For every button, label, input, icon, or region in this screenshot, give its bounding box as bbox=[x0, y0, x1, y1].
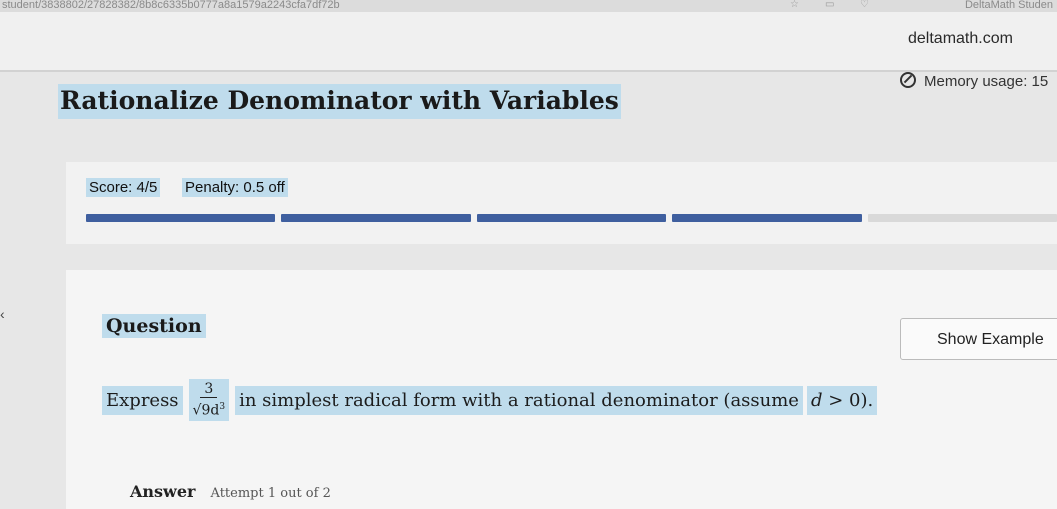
fraction-numerator: 3 bbox=[200, 381, 218, 398]
score-text: Score: 4/5 bbox=[86, 178, 161, 197]
progress-segment bbox=[476, 214, 667, 222]
fraction-denominator: √9d3 bbox=[192, 401, 226, 419]
fraction-denominator-base: 9d bbox=[201, 402, 220, 419]
show-example-button[interactable]: Show Example bbox=[900, 318, 1057, 360]
star-icon[interactable]: ☆ bbox=[790, 0, 799, 10]
memory-icon bbox=[900, 72, 916, 88]
fraction-denominator-exponent: 3 bbox=[219, 401, 226, 412]
answer-row: Answer Attempt 1 out of 2 bbox=[130, 482, 331, 501]
memory-usage: Memory usage: 15 bbox=[900, 72, 1048, 90]
answer-label: Answer bbox=[130, 482, 196, 501]
progress-segment bbox=[672, 214, 862, 222]
progress-segment bbox=[281, 214, 471, 222]
heart-icon[interactable]: ♡ bbox=[860, 0, 869, 10]
prompt-prefix: Express bbox=[102, 385, 183, 415]
penalty-text: Penalty: 0.5 off bbox=[182, 178, 288, 197]
question-prompt: Express 3 √9d3 in simplest radical form … bbox=[102, 370, 878, 430]
chevron-left-icon[interactable]: ‹ bbox=[0, 306, 5, 322]
domain-text: deltamath.com bbox=[908, 30, 1013, 47]
prompt-suffix: in simplest radical form with a rational… bbox=[235, 385, 803, 415]
prompt-condition: d > 0). bbox=[806, 385, 878, 415]
condition-variable: d bbox=[810, 389, 823, 411]
question-card: Question Show Example Express 3 √9d3 in … bbox=[66, 270, 1057, 509]
progress-segment bbox=[86, 214, 276, 222]
tab-url-text: student/3838802/27828382/8b8c6335b0777a8… bbox=[2, 0, 340, 11]
question-label: Question bbox=[102, 314, 206, 338]
address-bar: deltamath.com bbox=[0, 12, 1057, 72]
fraction: 3 √9d3 bbox=[188, 378, 230, 422]
browser-topbar: student/3838802/27828382/8b8c6335b0777a8… bbox=[0, 0, 1057, 12]
score-card: Score: 4/5 Penalty: 0.5 off bbox=[66, 162, 1057, 244]
progress-bar bbox=[86, 214, 1057, 224]
app-name: DeltaMath Studen bbox=[964, 0, 1053, 11]
page-title: Rationalize Denominator with Variables bbox=[58, 84, 621, 119]
memory-usage-text: Memory usage: 15 bbox=[924, 73, 1049, 90]
condition-rest: > 0). bbox=[828, 389, 874, 411]
attempt-text: Attempt 1 out of 2 bbox=[210, 486, 331, 501]
window-icon[interactable]: ▭ bbox=[825, 0, 834, 10]
progress-segment bbox=[867, 214, 1057, 222]
